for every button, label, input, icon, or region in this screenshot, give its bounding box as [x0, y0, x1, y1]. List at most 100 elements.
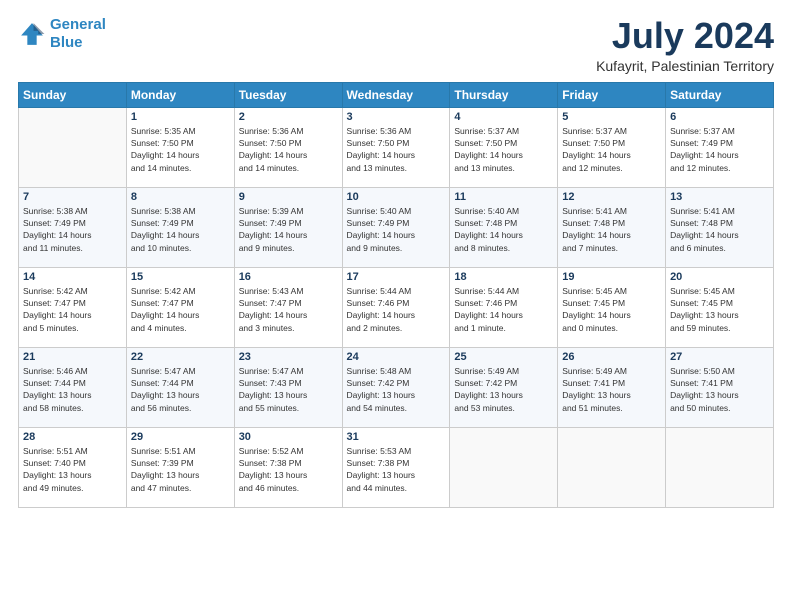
calendar-cell [558, 427, 666, 507]
day-info: Sunrise: 5:43 AMSunset: 7:47 PMDaylight:… [239, 285, 338, 334]
calendar-cell [19, 107, 127, 187]
weekday-header: Thursday [450, 82, 558, 107]
day-number: 25 [454, 351, 553, 363]
calendar-cell: 5 Sunrise: 5:37 AMSunset: 7:50 PMDaylight… [558, 107, 666, 187]
calendar-cell: 24 Sunrise: 5:48 AMSunset: 7:42 PMDayligh… [342, 347, 450, 427]
day-number: 10 [347, 191, 446, 203]
logo-line2: Blue [50, 34, 83, 51]
logo-text: General Blue [50, 16, 106, 52]
weekday-header: Saturday [666, 82, 774, 107]
subtitle: Kufayrit, Palestinian Territory [596, 58, 774, 74]
day-number: 19 [562, 271, 661, 283]
calendar-cell: 28Sunrise: 5:51 AMSunset: 7:40 PMDayligh… [19, 427, 127, 507]
day-number: 20 [670, 271, 769, 283]
weekday-header: Monday [126, 82, 234, 107]
day-number: 15 [131, 271, 230, 283]
main-title: July 2024 [596, 16, 774, 56]
day-info: Sunrise: 5:36 AMSunset: 7:50 PMDaylight:… [347, 125, 446, 174]
day-info: Sunrise: 5:42 AMSunset: 7:47 PMDaylight:… [23, 285, 122, 334]
day-number: 24 [347, 351, 446, 363]
day-info: Sunrise: 5:37 AMSunset: 7:49 PMDaylight:… [670, 125, 769, 174]
calendar-cell [666, 427, 774, 507]
header: General Blue July 2024 Kufayrit, Palesti… [18, 16, 774, 74]
weekday-header: Tuesday [234, 82, 342, 107]
calendar-cell: 10 Sunrise: 5:40 AMSunset: 7:49 PMDayligh… [342, 187, 450, 267]
day-info: Sunrise: 5:38 AMSunset: 7:49 PMDaylight:… [131, 205, 230, 254]
calendar-cell: 15 Sunrise: 5:42 AMSunset: 7:47 PMDayligh… [126, 267, 234, 347]
day-info: Sunrise: 5:41 AMSunset: 7:48 PMDaylight:… [670, 205, 769, 254]
calendar-cell: 31Sunrise: 5:53 AMSunset: 7:38 PMDayligh… [342, 427, 450, 507]
day-number: 5 [562, 111, 661, 123]
day-info: Sunrise: 5:45 AMSunset: 7:45 PMDaylight:… [670, 285, 769, 334]
calendar-cell: 29Sunrise: 5:51 AMSunset: 7:39 PMDayligh… [126, 427, 234, 507]
calendar-cell: 8 Sunrise: 5:38 AMSunset: 7:49 PMDaylight… [126, 187, 234, 267]
day-number: 7 [23, 191, 122, 203]
day-number: 9 [239, 191, 338, 203]
day-info: Sunrise: 5:44 AMSunset: 7:46 PMDaylight:… [454, 285, 553, 334]
calendar-cell: 9Sunrise: 5:39 AMSunset: 7:49 PMDaylight… [234, 187, 342, 267]
calendar-cell: 7Sunrise: 5:38 AMSunset: 7:49 PMDaylight… [19, 187, 127, 267]
calendar-cell: 27 Sunrise: 5:50 AMSunset: 7:41 PMDayligh… [666, 347, 774, 427]
calendar-cell: 23 Sunrise: 5:47 AMSunset: 7:43 PMDayligh… [234, 347, 342, 427]
logo: General Blue [18, 16, 106, 52]
calendar-cell: 21Sunrise: 5:46 AMSunset: 7:44 PMDayligh… [19, 347, 127, 427]
day-info: Sunrise: 5:48 AMSunset: 7:42 PMDaylight:… [347, 365, 446, 414]
weekday-header: Friday [558, 82, 666, 107]
weekday-header: Wednesday [342, 82, 450, 107]
day-number: 30 [239, 431, 338, 443]
calendar-cell: 14Sunrise: 5:42 AMSunset: 7:47 PMDayligh… [19, 267, 127, 347]
calendar-cell: 13 Sunrise: 5:41 AMSunset: 7:48 PMDayligh… [666, 187, 774, 267]
calendar-cell: 11 Sunrise: 5:40 AMSunset: 7:48 PMDayligh… [450, 187, 558, 267]
calendar: SundayMondayTuesdayWednesdayThursdayFrid… [18, 82, 774, 508]
day-number: 4 [454, 111, 553, 123]
calendar-cell: 30 Sunrise: 5:52 AMSunset: 7:38 PMDayligh… [234, 427, 342, 507]
day-info: Sunrise: 5:36 AMSunset: 7:50 PMDaylight:… [239, 125, 338, 174]
day-info: Sunrise: 5:50 AMSunset: 7:41 PMDaylight:… [670, 365, 769, 414]
day-number: 3 [347, 111, 446, 123]
day-number: 13 [670, 191, 769, 203]
day-number: 26 [562, 351, 661, 363]
day-info: Sunrise: 5:49 AMSunset: 7:42 PMDaylight:… [454, 365, 553, 414]
day-info: Sunrise: 5:37 AMSunset: 7:50 PMDaylight:… [454, 125, 553, 174]
calendar-cell: 2 Sunrise: 5:36 AMSunset: 7:50 PMDaylight… [234, 107, 342, 187]
day-number: 1 [131, 111, 230, 123]
day-info: Sunrise: 5:37 AMSunset: 7:50 PMDaylight:… [562, 125, 661, 174]
day-number: 12 [562, 191, 661, 203]
calendar-body: 1Sunrise: 5:35 AMSunset: 7:50 PMDaylight… [19, 107, 774, 507]
day-info: Sunrise: 5:40 AMSunset: 7:49 PMDaylight:… [347, 205, 446, 254]
calendar-week: 28Sunrise: 5:51 AMSunset: 7:40 PMDayligh… [19, 427, 774, 507]
day-number: 23 [239, 351, 338, 363]
calendar-week: 7 Sunrise: 5:38 AMSunset: 7:49 PMDaylight… [19, 187, 774, 267]
day-info: Sunrise: 5:44 AMSunset: 7:46 PMDaylight:… [347, 285, 446, 334]
calendar-cell: 17 Sunrise: 5:44 AMSunset: 7:46 PMDayligh… [342, 267, 450, 347]
day-number: 8 [131, 191, 230, 203]
calendar-cell: 1Sunrise: 5:35 AMSunset: 7:50 PMDaylight… [126, 107, 234, 187]
day-info: Sunrise: 5:46 AMSunset: 7:44 PMDaylight:… [23, 365, 122, 414]
day-info: Sunrise: 5:40 AMSunset: 7:48 PMDaylight:… [454, 205, 553, 254]
calendar-week: 14Sunrise: 5:42 AMSunset: 7:47 PMDayligh… [19, 267, 774, 347]
calendar-cell: 16 Sunrise: 5:43 AMSunset: 7:47 PMDayligh… [234, 267, 342, 347]
day-number: 17 [347, 271, 446, 283]
logo-line1: General [50, 16, 106, 33]
day-number: 11 [454, 191, 553, 203]
day-number: 16 [239, 271, 338, 283]
day-number: 27 [670, 351, 769, 363]
day-info: Sunrise: 5:42 AMSunset: 7:47 PMDaylight:… [131, 285, 230, 334]
calendar-header: SundayMondayTuesdayWednesdayThursdayFrid… [19, 82, 774, 107]
calendar-cell: 19Sunrise: 5:45 AMSunset: 7:45 PMDayligh… [558, 267, 666, 347]
day-info: Sunrise: 5:52 AMSunset: 7:38 PMDaylight:… [239, 445, 338, 494]
day-number: 18 [454, 271, 553, 283]
weekday-header: Sunday [19, 82, 127, 107]
calendar-cell: 18 Sunrise: 5:44 AMSunset: 7:46 PMDayligh… [450, 267, 558, 347]
day-info: Sunrise: 5:47 AMSunset: 7:43 PMDaylight:… [239, 365, 338, 414]
title-block: July 2024 Kufayrit, Palestinian Territor… [596, 16, 774, 74]
weekday-row: SundayMondayTuesdayWednesdayThursdayFrid… [19, 82, 774, 107]
calendar-cell: 12 Sunrise: 5:41 AMSunset: 7:48 PMDayligh… [558, 187, 666, 267]
calendar-cell: 6Sunrise: 5:37 AMSunset: 7:49 PMDaylight… [666, 107, 774, 187]
day-info: Sunrise: 5:47 AMSunset: 7:44 PMDaylight:… [131, 365, 230, 414]
day-info: Sunrise: 5:41 AMSunset: 7:48 PMDaylight:… [562, 205, 661, 254]
calendar-cell [450, 427, 558, 507]
day-number: 2 [239, 111, 338, 123]
logo-icon [18, 20, 46, 48]
calendar-cell: 4 Sunrise: 5:37 AMSunset: 7:50 PMDaylight… [450, 107, 558, 187]
